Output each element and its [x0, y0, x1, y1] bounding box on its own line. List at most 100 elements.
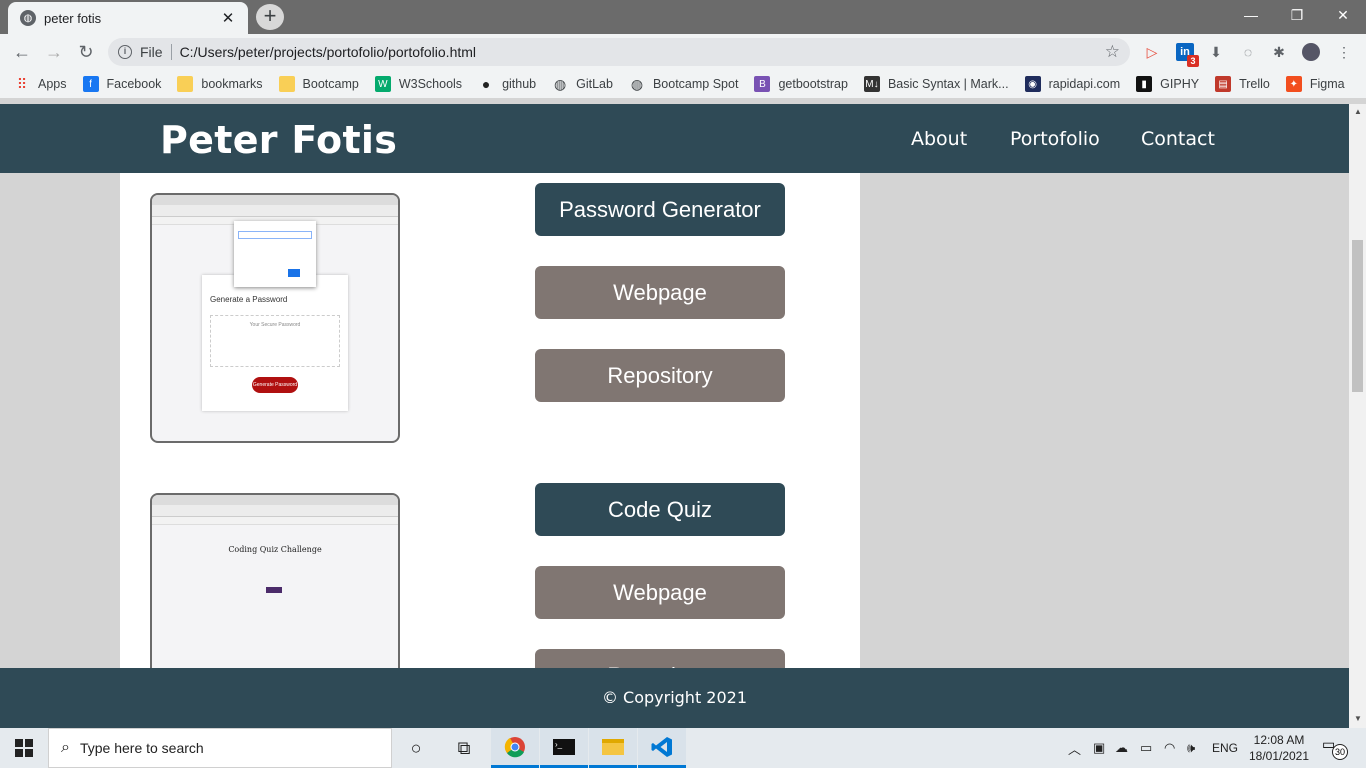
- reload-icon: ↻: [78, 42, 94, 62]
- bookmark-w3schools[interactable]: W W3Schools: [374, 76, 462, 92]
- nav-portofolio-link[interactable]: Portofolio: [1010, 128, 1100, 150]
- apps-grid-icon: ⠿: [16, 75, 28, 92]
- minimize-button[interactable]: —: [1228, 0, 1274, 30]
- close-window-button[interactable]: ✕: [1320, 0, 1366, 30]
- windows-taskbar: ⌕ Type here to search ○ ⧉ ›_ ︿ ▣ ☁ ▭ ◠ 🕪…: [0, 728, 1366, 768]
- bookmark-label: Figma: [1309, 77, 1345, 91]
- language-indicator[interactable]: ENG: [1212, 728, 1238, 768]
- terminal-icon: ›_: [553, 738, 575, 755]
- nav-contact-link[interactable]: Contact: [1141, 128, 1215, 150]
- page-scrollbar[interactable]: ▲ ▼: [1349, 104, 1366, 728]
- info-icon[interactable]: i: [118, 45, 132, 59]
- bookmark-figma[interactable]: ✦ Figma: [1285, 76, 1345, 92]
- bookmark-apps[interactable]: ⠿ Apps: [14, 76, 67, 92]
- back-button[interactable]: ←: [10, 40, 34, 64]
- chrome-taskbar-icon[interactable]: [491, 728, 539, 768]
- bookmark-label: getbootstrap: [778, 77, 848, 91]
- task-view-icon[interactable]: ⧉: [440, 728, 488, 768]
- chrome-logo-icon: [504, 736, 525, 757]
- scroll-down-icon[interactable]: ▼: [1354, 714, 1362, 723]
- file-explorer-taskbar-icon[interactable]: [589, 728, 637, 768]
- password-generator-repository-button[interactable]: Repository: [535, 349, 785, 402]
- start-button[interactable]: [0, 728, 48, 768]
- new-tab-button[interactable]: +: [256, 4, 284, 30]
- password-generator-webpage-button[interactable]: Webpage: [535, 266, 785, 319]
- clock-date: 18/01/2021: [1248, 749, 1310, 763]
- address-url[interactable]: C:/Users/peter/projects/portofolio/porto…: [180, 44, 1105, 60]
- scroll-up-icon[interactable]: ▲: [1354, 107, 1362, 116]
- meet-now-icon[interactable]: ▣: [1093, 728, 1105, 768]
- action-center-button[interactable]: ▭ 30: [1322, 736, 1352, 760]
- bookmark-label: Bootcamp Spot: [652, 77, 739, 91]
- w3schools-icon: W: [374, 76, 391, 92]
- bookmark-bookmarks[interactable]: bookmarks: [177, 76, 263, 92]
- browser-tab[interactable]: ◍ peter fotis ✕: [8, 2, 248, 34]
- volume-icon[interactable]: 🕪: [1187, 728, 1195, 768]
- terminal-taskbar-icon[interactable]: ›_: [540, 728, 588, 768]
- linkedin-extension-icon[interactable]: in 3: [1176, 43, 1199, 67]
- battery-icon[interactable]: ▭: [1140, 728, 1152, 768]
- globe-icon: ◍: [554, 75, 567, 92]
- bookmark-star-icon[interactable]: ☆: [1105, 42, 1120, 62]
- extension-badge: 3: [1187, 55, 1199, 67]
- profile-avatar[interactable]: [1302, 43, 1320, 61]
- markdown-icon: M↓: [863, 76, 880, 92]
- thumb-heading: Generate a Password: [210, 295, 288, 304]
- taskbar-clock[interactable]: 12:08 AM 18/01/2021: [1240, 732, 1318, 764]
- bookmark-github[interactable]: ● github: [478, 76, 536, 92]
- thumb-quiz-title: Coding Quiz Challenge: [228, 545, 322, 554]
- search-icon: ⌕: [61, 739, 70, 756]
- scrollbar-thumb[interactable]: [1352, 240, 1363, 392]
- thumb-card: Generate a Password Your Secure Password…: [202, 275, 348, 411]
- code-quiz-webpage-button[interactable]: Webpage: [535, 566, 785, 619]
- download-extension-icon[interactable]: ⬇: [1207, 43, 1225, 61]
- project-thumbnail-password-generator: Generate a Password Your Secure Password…: [150, 193, 400, 443]
- facebook-icon: f: [82, 76, 99, 92]
- restore-button[interactable]: ❐: [1274, 0, 1320, 30]
- site-header: Peter Fotis About Portofolio Contact: [0, 104, 1349, 173]
- address-bar[interactable]: i File C:/Users/peter/projects/portofoli…: [108, 38, 1130, 66]
- site-brand[interactable]: Peter Fotis: [160, 118, 397, 162]
- forward-button[interactable]: →: [42, 40, 66, 64]
- menu-kebab-icon[interactable]: ⋮: [1335, 43, 1353, 61]
- wifi-icon[interactable]: ◠: [1164, 728, 1175, 768]
- tab-title: peter fotis: [44, 10, 102, 26]
- bookmark-label: Basic Syntax | Mark...: [887, 77, 1009, 91]
- taskbar-search[interactable]: ⌕ Type here to search: [48, 728, 392, 768]
- bookmark-gitlab[interactable]: ◍ GitLab: [552, 76, 613, 92]
- show-hidden-icons[interactable]: ︿: [1068, 728, 1081, 768]
- reload-button[interactable]: ↻: [74, 40, 98, 64]
- bookmark-giphy[interactable]: ▮ GIPHY: [1136, 76, 1199, 92]
- extension-circle-icon[interactable]: ◌: [1239, 43, 1257, 61]
- bootstrap-icon: B: [754, 76, 771, 92]
- bookmark-rapidapi-com[interactable]: ◉ rapidapi.com: [1024, 76, 1120, 92]
- thumb-start-button: [266, 587, 282, 593]
- cortana-icon[interactable]: ○: [392, 728, 440, 768]
- bookmark-label: Bootcamp: [302, 77, 359, 91]
- folder-icon: [602, 738, 624, 755]
- extension-play-icon[interactable]: ▷: [1143, 43, 1161, 61]
- tab-close-button[interactable]: ✕: [220, 9, 236, 27]
- onedrive-icon[interactable]: ☁: [1115, 728, 1128, 768]
- bookmarks-bar: ⠿ Apps f Facebook bookmarks Bootcamp W W3School…: [0, 70, 1366, 98]
- thumb-generate-button: Generate Password: [252, 377, 298, 393]
- nav-about-link[interactable]: About: [911, 128, 967, 150]
- bookmark-getbootstrap[interactable]: Bgetbootstrap: [754, 76, 848, 92]
- extensions-puzzle-icon[interactable]: ✱: [1270, 43, 1288, 61]
- bookmark-facebook[interactable]: f Facebook: [82, 76, 161, 92]
- chevron-up-icon: ︿: [1068, 741, 1082, 757]
- portfolio-content: Generate a Password Your Secure Password…: [120, 173, 860, 728]
- address-divider: [170, 44, 172, 60]
- browser-toolbar: ← → ↻ i File C:/Users/peter/projects/por…: [0, 34, 1366, 70]
- globe-icon: ◍: [20, 10, 36, 26]
- code-quiz-button[interactable]: Code Quiz: [535, 483, 785, 536]
- bookmark-trello[interactable]: ▤ Trello: [1215, 76, 1270, 92]
- clock-time: 12:08 AM: [1253, 733, 1305, 747]
- password-generator-button[interactable]: Password Generator: [535, 183, 785, 236]
- vscode-taskbar-icon[interactable]: [638, 728, 686, 768]
- windows-logo-icon: [15, 739, 33, 757]
- bookmark-basic-syntax-mark[interactable]: M↓ Basic Syntax | Mark...: [863, 76, 1009, 92]
- notification-count: 30: [1332, 744, 1348, 760]
- bookmark-bootcamp-spot[interactable]: ◍ Bootcamp Spot: [629, 76, 739, 92]
- bookmark-bootcamp[interactable]: Bootcamp: [278, 76, 359, 92]
